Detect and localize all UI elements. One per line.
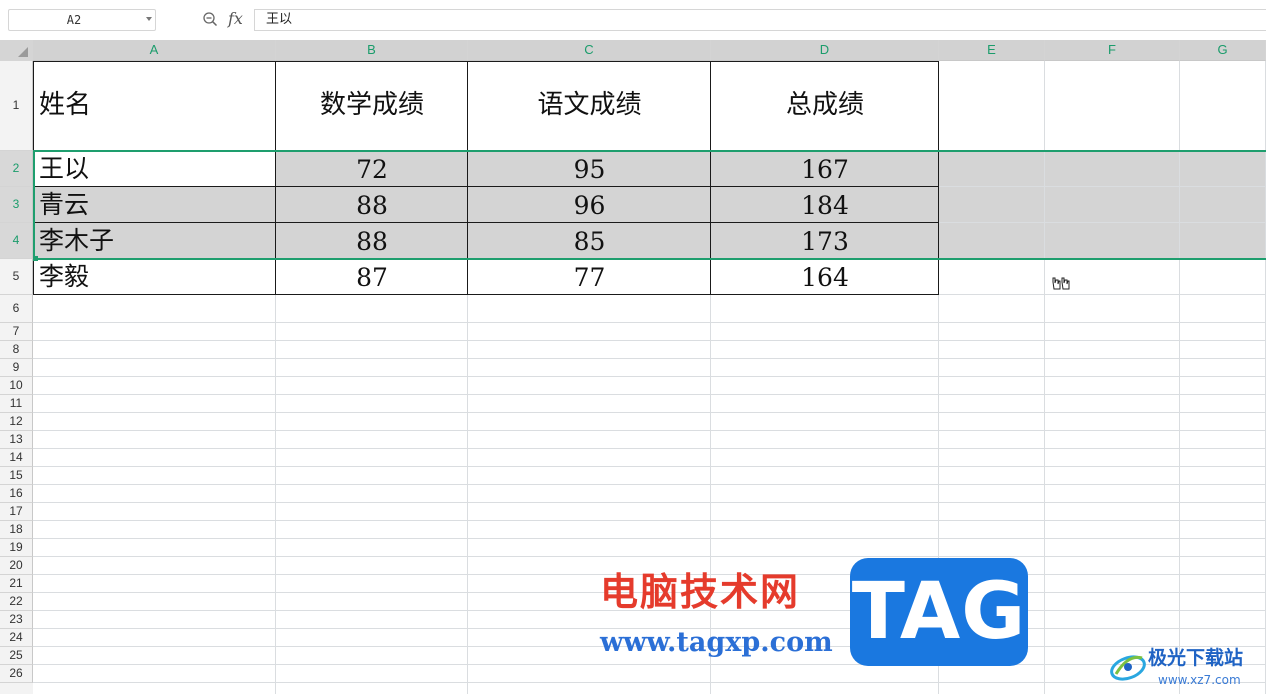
cell-name[interactable]: 李毅 [33, 259, 276, 295]
column-header-g[interactable]: G [1180, 40, 1266, 61]
row-header-3[interactable]: 3 [0, 187, 33, 223]
cell-total[interactable]: 164 [711, 259, 939, 295]
grid-line [33, 628, 1266, 629]
grid-line [33, 466, 1266, 467]
grid-line [33, 448, 1266, 449]
chevron-down-icon[interactable] [146, 17, 152, 21]
name-box[interactable]: A2 [8, 9, 156, 31]
grid-line [33, 646, 1266, 647]
grid-line [33, 682, 1266, 683]
row-header-bar: 1 2 3 4 5 6 7 8 9 10 11 12 13 14 15 16 17 18 19 20 21 22 23 24 2… [0, 61, 33, 694]
row-header-12[interactable]: 12 [0, 413, 33, 431]
grid-line [33, 340, 1266, 341]
column-header-e[interactable]: E [939, 40, 1045, 61]
row-header-14[interactable]: 14 [0, 449, 33, 467]
row-header-25[interactable]: 25 [0, 647, 33, 665]
row-header-9[interactable]: 9 [0, 359, 33, 377]
grid-line [33, 376, 1266, 377]
cell-chinese[interactable]: 85 [468, 223, 711, 259]
zoom-icon[interactable] [202, 11, 218, 27]
cell-math[interactable]: 88 [276, 223, 468, 259]
cell-total[interactable]: 167 [711, 151, 939, 187]
cell-total[interactable]: 184 [711, 187, 939, 223]
row-header-18[interactable]: 18 [0, 521, 33, 539]
cell-grid[interactable]: 姓名 数学成绩 语文成绩 总成绩 王以 72 95 167 青云 88 96 1… [33, 61, 1266, 694]
cell-math[interactable]: 72 [276, 151, 468, 187]
row-header-5[interactable]: 5 [0, 259, 33, 295]
column-header-d[interactable]: D [711, 40, 939, 61]
name-box-value: A2 [66, 13, 82, 27]
column-header-bar: ABCDEFG [33, 40, 1266, 61]
grid-line [33, 538, 1266, 539]
grid-line [33, 358, 1266, 359]
grid-line [33, 520, 1266, 521]
row-header-11[interactable]: 11 [0, 395, 33, 413]
grid-line [33, 412, 1266, 413]
row-header-4[interactable]: 4 [0, 223, 33, 259]
selection-border [33, 150, 35, 260]
selection-border [33, 258, 1266, 260]
grid-line [33, 664, 1266, 665]
grid-line [33, 484, 1266, 485]
row-header-23[interactable]: 23 [0, 611, 33, 629]
cell-total[interactable]: 173 [711, 223, 939, 259]
cell-math[interactable]: 88 [276, 187, 468, 223]
grid-line [33, 394, 1266, 395]
grid-line [33, 610, 1266, 611]
column-header-a[interactable]: A [33, 40, 276, 61]
header-cell-chinese[interactable]: 语文成绩 [468, 61, 711, 151]
cell-chinese[interactable]: 77 [468, 259, 711, 295]
grid-line [1044, 61, 1045, 694]
formula-value: 王以 [266, 12, 293, 27]
formula-input[interactable]: 王以 [254, 9, 1266, 31]
row-header-15[interactable]: 15 [0, 467, 33, 485]
row-header-22[interactable]: 22 [0, 593, 33, 611]
select-all-button[interactable] [0, 40, 33, 61]
row-header-2[interactable]: 2 [0, 151, 33, 187]
grid-line [33, 502, 1266, 503]
row-header-13[interactable]: 13 [0, 431, 33, 449]
header-cell-math[interactable]: 数学成绩 [276, 61, 468, 151]
column-header-f[interactable]: F [1045, 40, 1180, 61]
formula-bar: A2 fx 王以 [0, 0, 1266, 40]
grid-line [33, 322, 1266, 323]
spreadsheet: ABCDEFG 1 2 3 4 5 6 7 8 9 10 11 12 13 14 15 16 17 18 19 20 2… [0, 40, 1266, 694]
cell-name[interactable]: 青云 [33, 187, 276, 223]
grid-line [33, 556, 1266, 557]
header-cell-name[interactable]: 姓名 [33, 61, 276, 151]
row-header-24[interactable]: 24 [0, 629, 33, 647]
cell-name[interactable]: 王以 [33, 151, 276, 187]
row-header-6[interactable]: 6 [0, 295, 33, 323]
column-header-b[interactable]: B [276, 40, 468, 61]
row-header-17[interactable]: 17 [0, 503, 33, 521]
hand-cursor-icon [1052, 277, 1070, 290]
grid-line [33, 574, 1266, 575]
row-header-26[interactable]: 26 [0, 665, 33, 683]
grid-line [33, 430, 1266, 431]
fx-icon[interactable]: fx [228, 9, 243, 29]
row-header-21[interactable]: 21 [0, 575, 33, 593]
row-header-7[interactable]: 7 [0, 323, 33, 341]
grid-line [33, 592, 1266, 593]
grid-line [1179, 61, 1180, 694]
column-header-c[interactable]: C [468, 40, 711, 61]
row-header-1[interactable]: 1 [0, 61, 33, 151]
fill-handle[interactable] [33, 256, 38, 261]
selection-border [33, 150, 1266, 152]
select-all-icon [18, 47, 28, 57]
row-header-8[interactable]: 8 [0, 341, 33, 359]
row-header-19[interactable]: 19 [0, 539, 33, 557]
row-header-10[interactable]: 10 [0, 377, 33, 395]
row-header-16[interactable]: 16 [0, 485, 33, 503]
cell-chinese[interactable]: 95 [468, 151, 711, 187]
cell-chinese[interactable]: 96 [468, 187, 711, 223]
cell-math[interactable]: 87 [276, 259, 468, 295]
header-cell-total[interactable]: 总成绩 [711, 61, 939, 151]
row-header-20[interactable]: 20 [0, 557, 33, 575]
cell-name[interactable]: 李木子 [33, 223, 276, 259]
